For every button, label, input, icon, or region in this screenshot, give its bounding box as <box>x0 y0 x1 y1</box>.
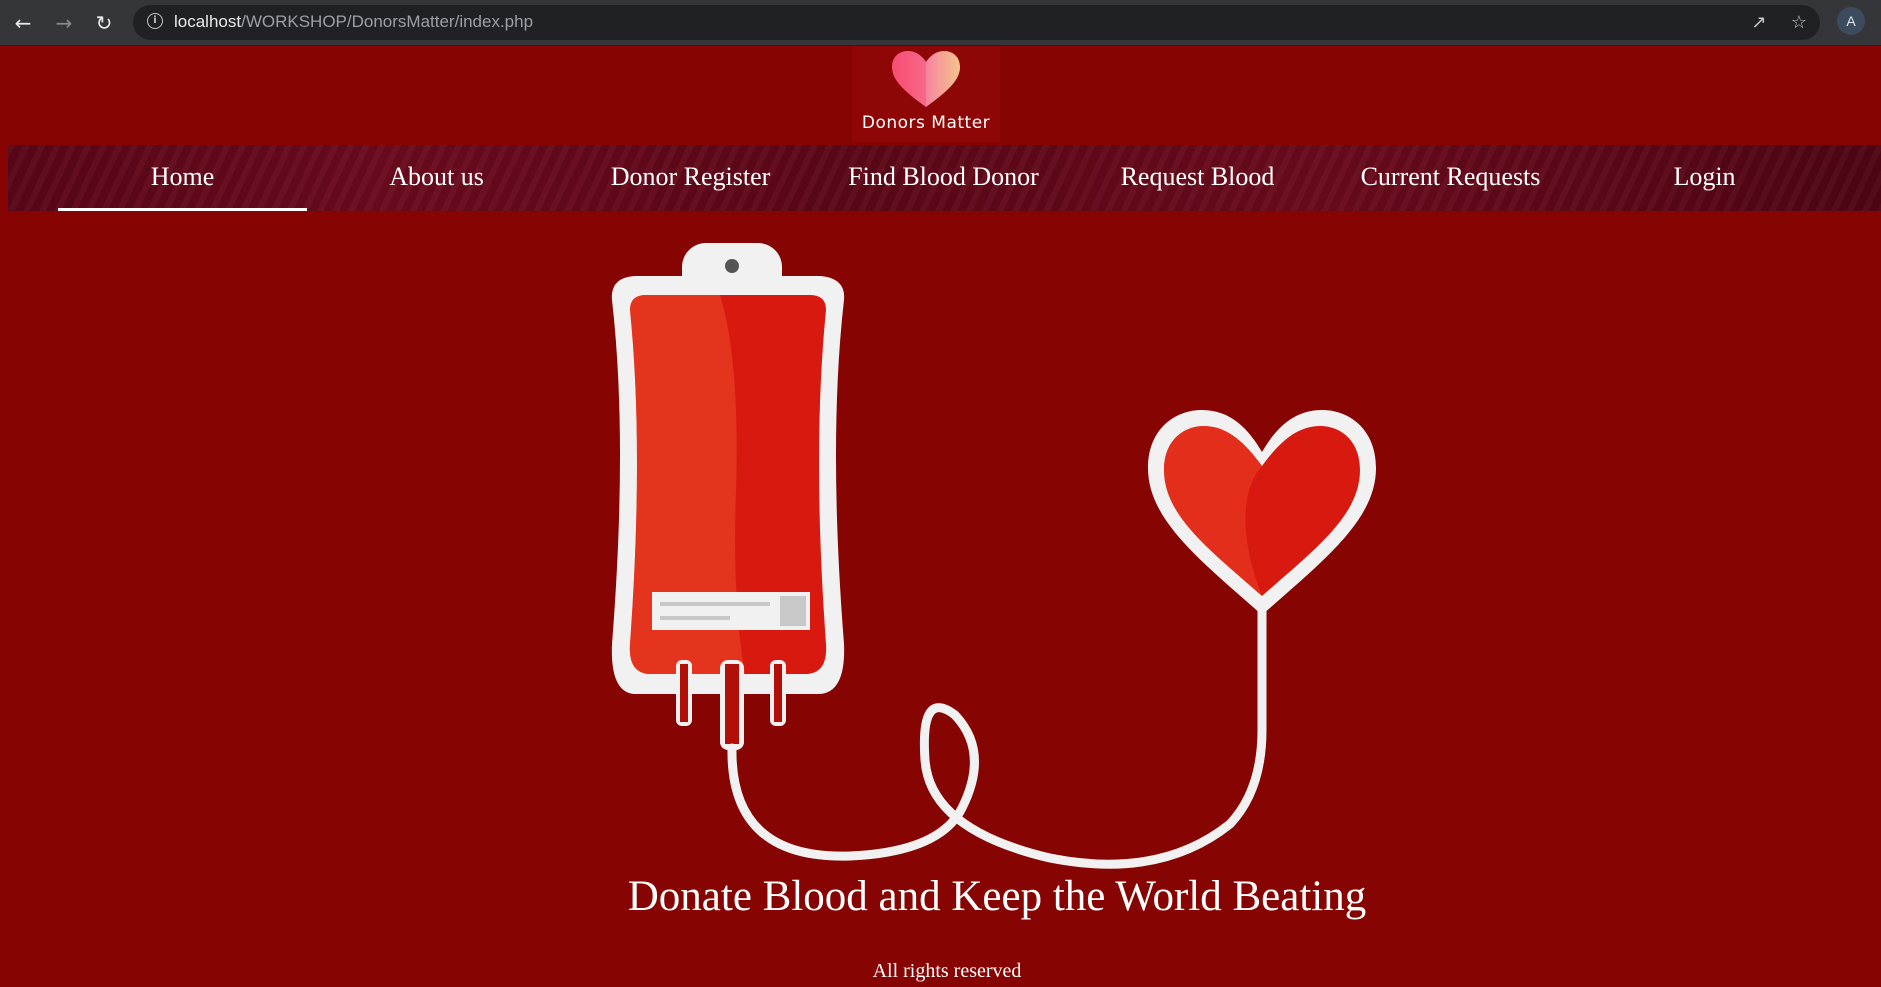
brand-name: Donors Matter <box>861 113 991 133</box>
forward-icon[interactable]: → <box>49 8 79 38</box>
hero-tagline: Donate Blood and Keep the World Beating <box>627 873 1367 920</box>
back-icon[interactable]: ← <box>8 8 38 38</box>
url-host: localhost <box>174 12 242 31</box>
address-bar[interactable]: i localhost/WORKSHOP/DonorsMatter/index.… <box>133 5 1820 40</box>
nav-login[interactable]: Login <box>1580 145 1829 211</box>
nav-donor-register[interactable]: Donor Register <box>566 145 815 211</box>
footer-text: All rights reserved <box>872 960 1022 982</box>
share-icon[interactable]: ↗ <box>1747 11 1771 35</box>
address-url[interactable]: localhost/WORKSHOP/DonorsMatter/index.ph… <box>174 12 533 32</box>
nav-home[interactable]: Home <box>58 145 307 211</box>
browser-toolbar: ← → ↻ i localhost/WORKSHOP/DonorsMatter/… <box>0 0 1881 46</box>
blood-bag-icon <box>611 243 845 750</box>
profile-avatar[interactable]: A <box>1837 7 1865 35</box>
nav-current-requests[interactable]: Current Requests <box>1326 145 1575 211</box>
url-path: /WORKSHOP/DonorsMatter/index.php <box>241 12 534 31</box>
nav-about-us[interactable]: About us <box>312 145 561 211</box>
nav-find-blood-donor[interactable]: Find Blood Donor <box>819 145 1068 211</box>
site-info-icon[interactable]: i <box>147 13 163 29</box>
reload-icon[interactable]: ↻ <box>89 8 119 38</box>
nav-request-blood[interactable]: Request Blood <box>1073 145 1322 211</box>
bookmark-star-icon[interactable]: ☆ <box>1787 11 1811 35</box>
site-logo[interactable]: Donors Matter <box>852 46 1000 142</box>
main-navbar: Home About us Donor Register Find Blood … <box>8 145 1881 211</box>
heart-logo-icon <box>892 51 960 107</box>
hero-illustration <box>611 243 1376 869</box>
heart-icon <box>1148 410 1376 615</box>
